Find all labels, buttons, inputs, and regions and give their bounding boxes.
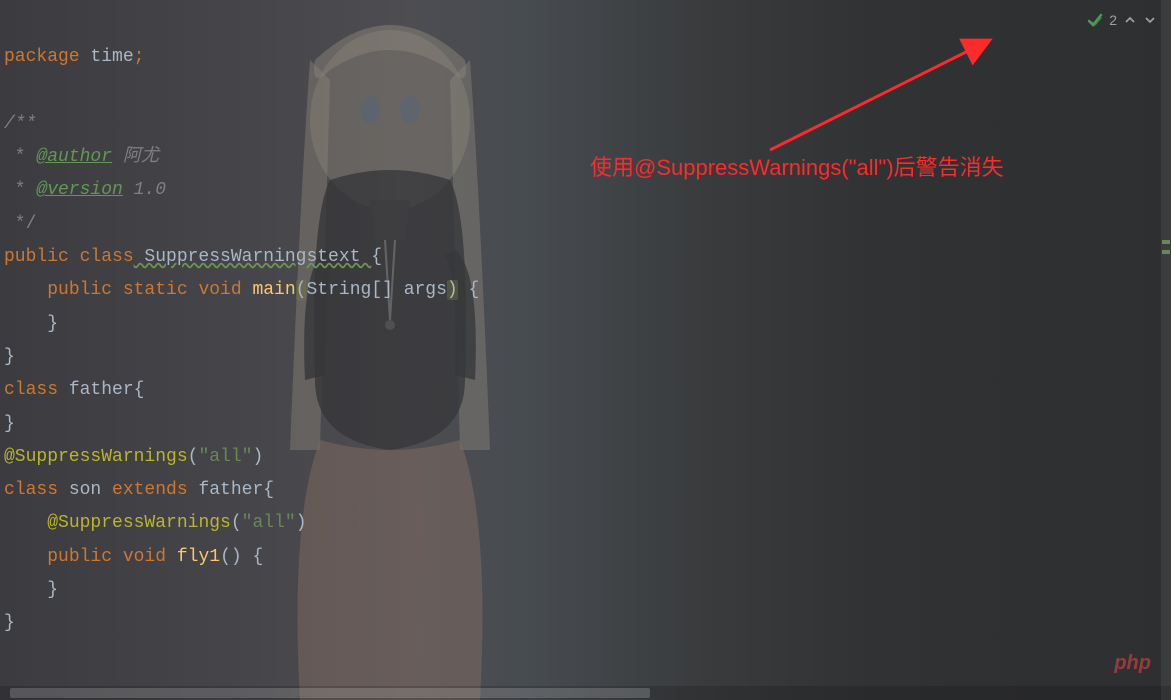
doc-star: * (4, 180, 36, 200)
paren: ( (188, 447, 199, 467)
class-name: SuppressWarningstext (134, 247, 372, 267)
scrollbar-thumb[interactable] (10, 688, 650, 698)
class-name: father{ (58, 380, 144, 400)
brace-close: } (4, 580, 58, 600)
next-highlight-button[interactable] (1143, 13, 1157, 27)
brace-close: } (4, 414, 15, 434)
code-content[interactable]: package time; /** * @author 阿尤 * @versio… (4, 8, 479, 674)
gutter-mark[interactable] (1162, 240, 1170, 244)
semicolon: ; (134, 47, 145, 67)
string: "all" (198, 447, 252, 467)
annotation: @SuppressWarnings (47, 513, 231, 533)
brace: { (252, 547, 263, 567)
inspection-count[interactable]: 2 (1109, 12, 1117, 28)
keyword: public void (47, 547, 166, 567)
paren-open: ( (296, 280, 307, 300)
indent (4, 280, 47, 300)
keyword: class (4, 480, 58, 500)
brace-close: } (4, 347, 15, 367)
inspection-ok-icon[interactable] (1087, 12, 1103, 28)
annotation-text: 使用@SuppressWarnings("all")后警告消失 (590, 150, 1004, 182)
string: "all" (242, 513, 296, 533)
code-editor[interactable]: package time; /** * @author 阿尤 * @versio… (0, 0, 1171, 700)
paren: ) (252, 447, 263, 467)
doc-author-tag: @author (36, 147, 112, 167)
keyword: package (4, 47, 80, 67)
doc-star: * (4, 147, 36, 167)
indent (4, 547, 47, 567)
error-stripe-gutter[interactable] (1161, 0, 1171, 700)
params: String[] args (306, 280, 446, 300)
brace-close: } (4, 613, 15, 633)
horizontal-scrollbar[interactable] (0, 686, 1171, 700)
keyword: class (4, 380, 58, 400)
watermark: php (1114, 652, 1151, 675)
paren: ( (231, 513, 242, 533)
parens: () (220, 547, 252, 567)
doc-version-value: 1.0 (123, 180, 166, 200)
watermark-p1: php (1114, 652, 1151, 674)
package-name: time (80, 47, 134, 67)
keyword: extends (112, 480, 188, 500)
doc-version-tag: @version (36, 180, 122, 200)
gutter-mark[interactable] (1162, 250, 1170, 254)
annotation: @SuppressWarnings (4, 447, 188, 467)
brace: { (371, 247, 382, 267)
annotation-arrow (700, 30, 1030, 170)
prev-highlight-button[interactable] (1123, 13, 1137, 27)
keyword: public static void (47, 280, 241, 300)
super-class: father{ (188, 480, 274, 500)
brace-close: } (4, 314, 58, 334)
brace: { (458, 280, 480, 300)
keyword: public class (4, 247, 134, 267)
paren: ) (296, 513, 307, 533)
indent (4, 513, 47, 533)
paren-close: ) (447, 280, 458, 300)
method-name: main (242, 280, 296, 300)
doc-comment-open: /** (4, 114, 36, 134)
doc-comment-close: */ (4, 214, 36, 234)
inspection-toolbar: 2 (1087, 12, 1157, 28)
class-name: son (58, 480, 112, 500)
method-name: fly1 (166, 547, 220, 567)
doc-author-value: 阿尤 (112, 147, 159, 167)
